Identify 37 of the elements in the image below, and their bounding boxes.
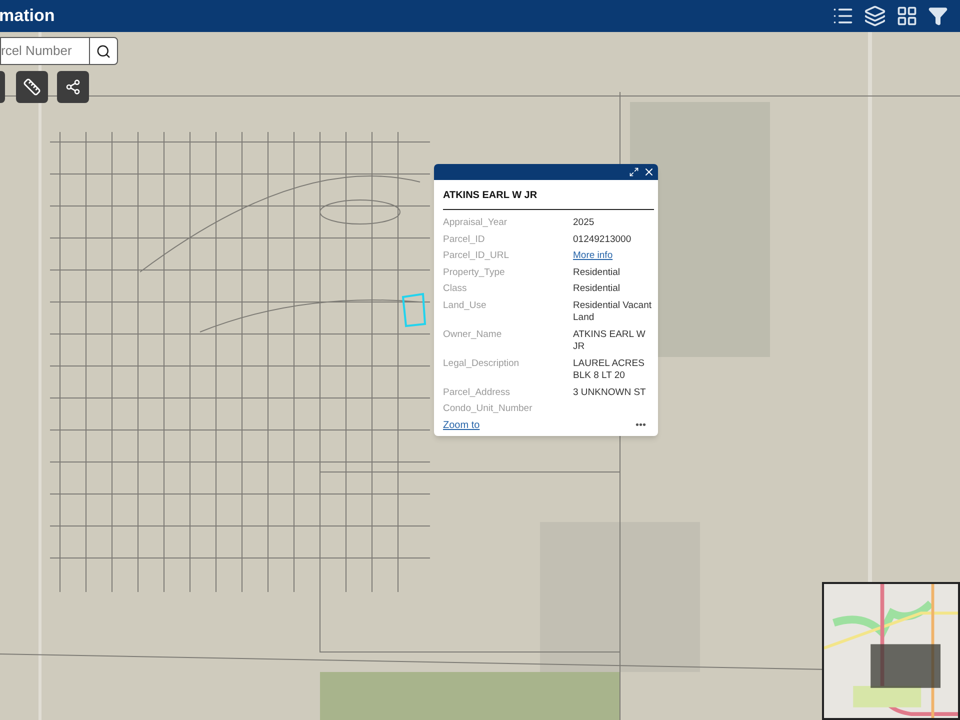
close-icon[interactable]: [643, 166, 655, 178]
share-button[interactable]: [57, 71, 89, 103]
field-label: Parcel_ID: [443, 234, 486, 246]
filter-icon[interactable]: [928, 6, 948, 26]
tool-button[interactable]: [0, 71, 5, 103]
overview-map-drawing[interactable]: [822, 582, 960, 720]
zoom-to-link[interactable]: Zoom to: [443, 418, 480, 432]
field-value: ATKINS EARL W JR: [573, 328, 646, 352]
grid-icon[interactable]: [896, 5, 918, 27]
field-value: Residential: [573, 266, 620, 278]
maximize-icon[interactable]: [629, 167, 639, 177]
field-label: Class: [443, 283, 468, 296]
ruler-icon: [23, 78, 41, 96]
measure-button[interactable]: [16, 71, 48, 103]
more-info-link[interactable]: More info: [573, 250, 613, 261]
search-icon: [96, 44, 111, 58]
field-label: Parcel_ID_URL: [443, 250, 510, 262]
field-value: 01249213000: [573, 234, 632, 244]
field-value: LAUREL ACRES BLK 8 LT 20: [573, 358, 644, 381]
field-value: Residential Vacant Land: [573, 300, 652, 323]
layers-icon[interactable]: [864, 5, 886, 27]
field-label: Appraisal_Year: [443, 217, 508, 230]
field-value: 3 UNKNOWN ST: [573, 386, 646, 398]
field-label: Parcel_Address: [443, 386, 512, 399]
field-label: Land_Use: [443, 300, 488, 312]
field-value: Residential: [573, 283, 620, 294]
more-menu[interactable]: •••: [635, 418, 654, 432]
parcel-search-input[interactable]: rcel Number: [1, 38, 89, 64]
field-value: 2025: [573, 217, 594, 228]
field-label: Property_Type: [443, 266, 506, 279]
field-label: Owner_Name: [443, 328, 503, 342]
field-label: Condo_Unit_Number: [443, 403, 534, 416]
popup-title: ATKINS EARL W JR: [443, 188, 654, 210]
share-icon: [65, 79, 81, 95]
field-label: Legal_Description: [443, 358, 520, 370]
app-title: mation: [0, 5, 55, 28]
search-field[interactable]: rcel Number: [0, 37, 118, 65]
